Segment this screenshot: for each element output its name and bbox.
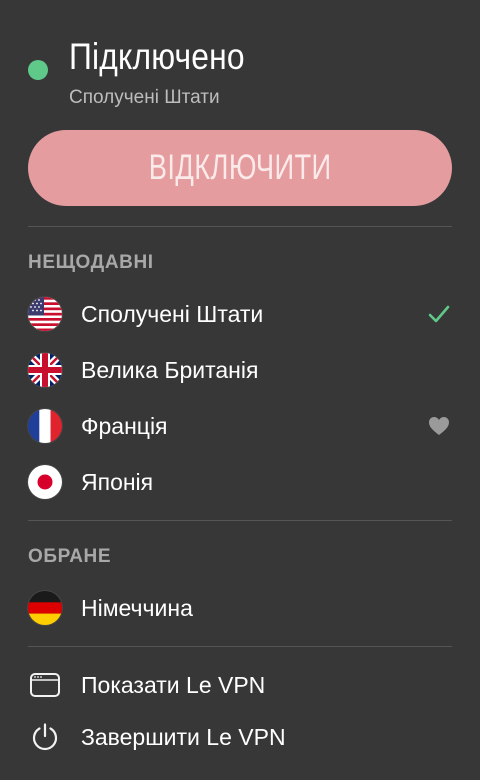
france-flag-icon [28,409,62,443]
show-app-label: Показати Le VPN [81,671,266,698]
connected-indicator-icon [28,60,48,80]
divider [28,646,452,647]
power-icon [28,720,62,754]
divider [28,520,452,521]
japan-flag-icon [28,465,62,499]
recent-item-uk[interactable]: Велика Британія [28,346,452,394]
checkmark-icon [426,301,452,327]
connection-status: Підключено Сполучені Штати [28,30,452,114]
favorite-item-germany[interactable]: Німеччина [28,584,452,632]
window-icon [28,668,62,702]
recent-item-france[interactable]: Франція [28,402,452,450]
status-title: Підключено [69,36,245,77]
disconnect-button[interactable]: ВІДКЛЮЧИТИ [28,130,452,206]
show-app-menu-item[interactable]: Показати Le VPN [28,661,452,709]
status-location: Сполучені Штати [69,87,220,108]
favorite-item-label: Німеччина [81,594,193,621]
recent-item-japan[interactable]: Японія [28,458,452,506]
favorites-section-header: ОБРАНЕ [28,546,112,567]
germany-flag-icon [28,591,62,625]
quit-app-menu-item[interactable]: Завершити Le VPN [28,713,452,761]
recent-item-us[interactable]: Сполучені Штати [28,290,452,338]
recent-item-label: Франція [81,412,168,439]
uk-flag-icon [28,353,62,387]
recent-item-label: Японія [81,468,154,495]
heart-icon[interactable] [426,413,452,439]
recent-item-label: Сполучені Штати [81,300,264,327]
disconnect-button-label: ВІДКЛЮЧИТИ [148,148,332,187]
quit-app-label: Завершити Le VPN [81,723,286,750]
recent-item-label: Велика Британія [81,356,259,383]
us-flag-icon [28,297,62,331]
recent-section-header: НЕЩОДАВНІ [28,252,154,273]
divider [28,226,452,227]
